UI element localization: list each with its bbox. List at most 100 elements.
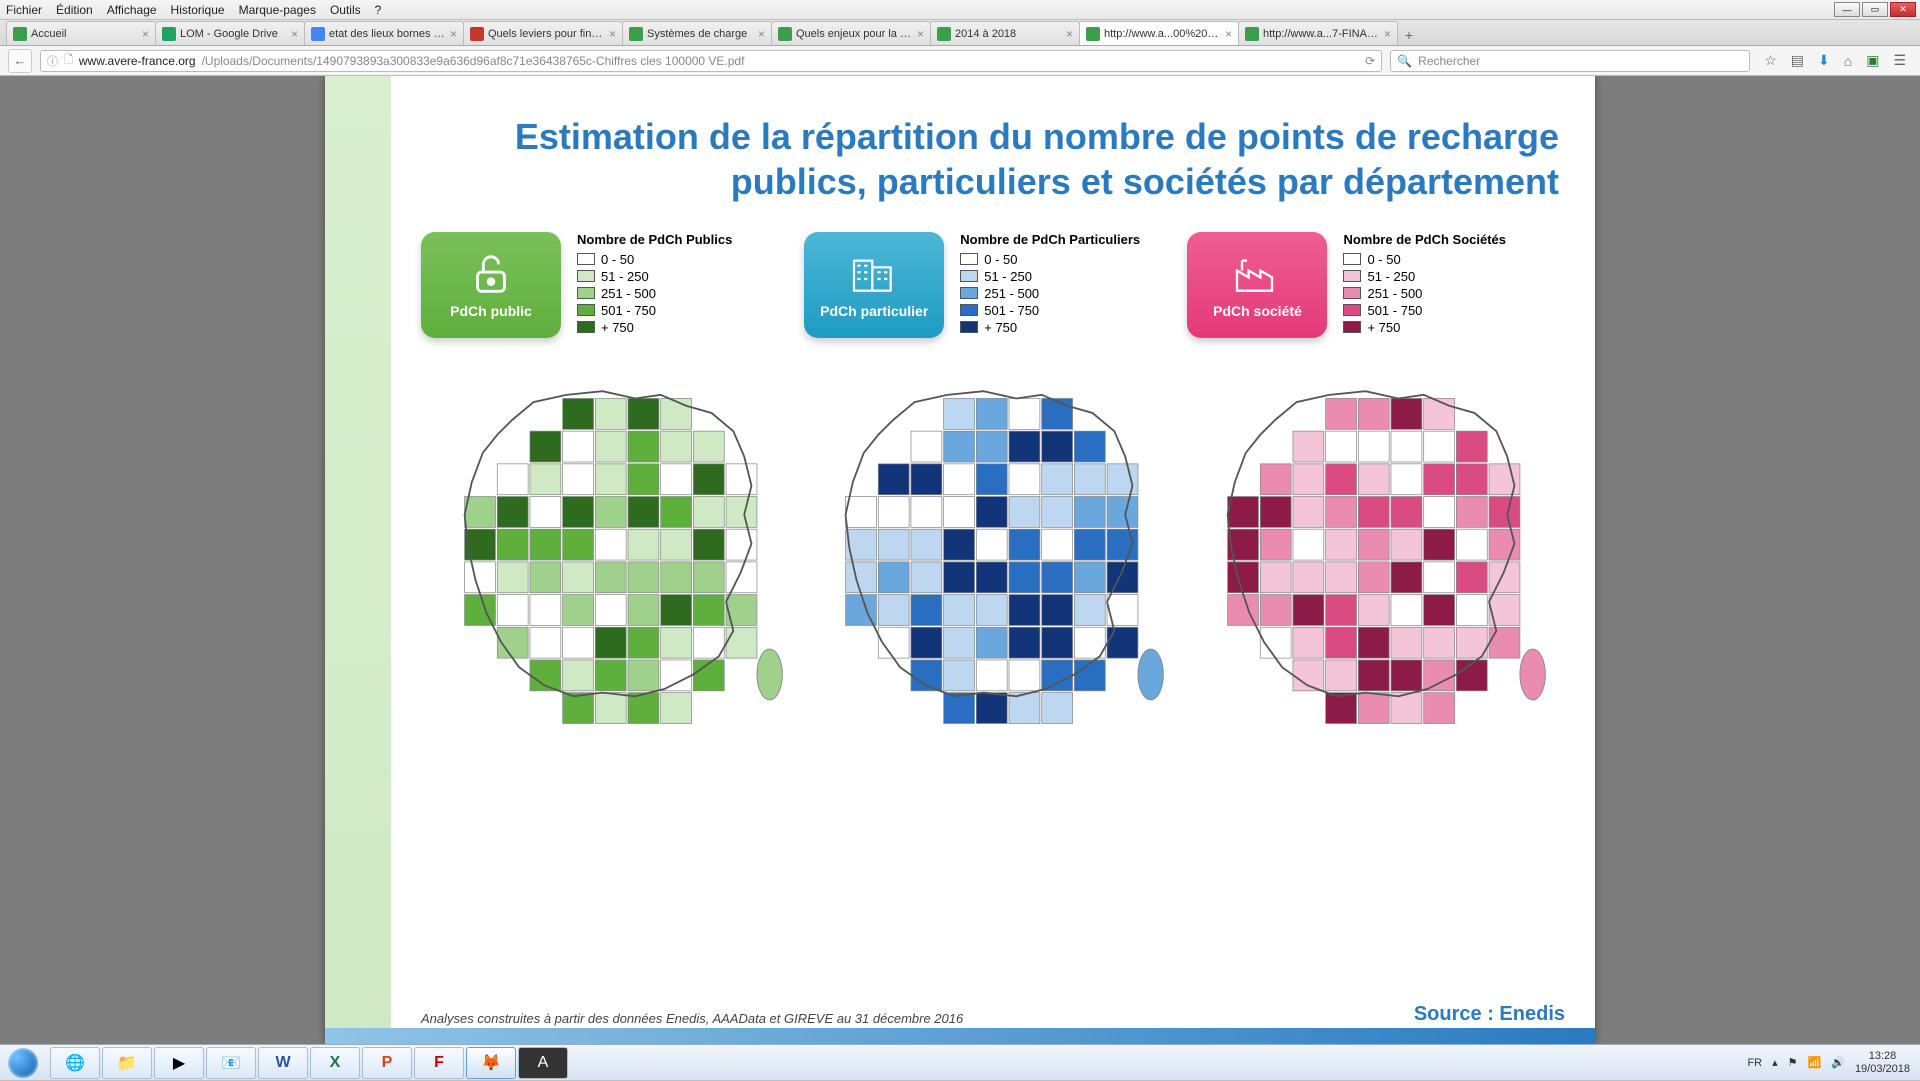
taskbar-explorer[interactable]: 📁	[102, 1047, 152, 1079]
url-host: www.avere-france.org	[79, 54, 196, 68]
badge-societe: PdCh société	[1187, 232, 1327, 338]
legend-particulier-title: Nombre de PdCh Particuliers	[960, 232, 1140, 248]
tab-bar: Accueil×LOM - Google Drive×etat des lieu…	[0, 20, 1920, 46]
bookmark-star-icon[interactable]: ☆	[1764, 52, 1777, 69]
map-particulier	[802, 356, 1183, 746]
map-societe	[1184, 356, 1565, 746]
start-button[interactable]	[0, 1045, 46, 1081]
hamburger-icon[interactable]: ☰	[1893, 52, 1906, 69]
maps-row	[421, 356, 1565, 746]
menu-tools[interactable]: Outils	[330, 3, 361, 17]
legend-public-title: Nombre de PdCh Publics	[577, 232, 732, 248]
taskbar-ie[interactable]: 🌐	[50, 1047, 100, 1079]
favicon-icon	[778, 27, 792, 41]
tray-lang[interactable]: FR	[1747, 1057, 1762, 1069]
browser-toolbar: ← ⓘ 🗋 www.avere-france.org/Uploads/Docum…	[0, 46, 1920, 76]
system-tray[interactable]: FR ▴ ⚑ 📶 🔊 13:28 19/03/2018	[1737, 1050, 1920, 1074]
legend-public: Nombre de PdCh Publics 0 - 50 51 - 250 2…	[577, 232, 732, 337]
search-icon: 🔍	[1397, 54, 1412, 68]
menu-edit[interactable]: Édition	[56, 3, 93, 17]
tab-label: Quels leviers pour finance...	[488, 28, 605, 40]
legend-row: PdCh public Nombre de PdCh Publics 0 - 5…	[421, 232, 1565, 338]
tab-close-icon[interactable]: ×	[142, 27, 149, 41]
shield-icon[interactable]: ▣	[1866, 52, 1879, 69]
tab-close-icon[interactable]: ×	[1066, 27, 1073, 41]
taskbar-powerpoint[interactable]: P	[362, 1047, 412, 1079]
reader-icon[interactable]: ▤	[1791, 52, 1804, 69]
tab-label: 2014 à 2018	[955, 28, 1062, 40]
tab-7[interactable]: http://www.a...00%20VE.pdf ×	[1079, 21, 1239, 45]
favicon-icon	[1245, 27, 1259, 41]
building-icon	[849, 251, 899, 297]
tab-3[interactable]: Quels leviers pour finance... ×	[463, 21, 623, 45]
badge-societe-label: PdCh société	[1213, 303, 1302, 319]
badge-public-label: PdCh public	[450, 303, 532, 319]
favicon-icon	[629, 27, 643, 41]
app-menubar: Fichier Édition Affichage Historique Mar…	[0, 0, 1920, 20]
page-bottom-band	[325, 1028, 1595, 1044]
taskbar-firefox[interactable]: 🦊	[466, 1047, 516, 1079]
tab-2[interactable]: etat des lieux bornes de re...×	[304, 21, 464, 45]
favicon-icon	[311, 27, 325, 41]
taskbar-excel[interactable]: X	[310, 1047, 360, 1079]
tray-network-icon[interactable]: 📶	[1808, 1056, 1822, 1069]
tab-close-icon[interactable]: ×	[291, 27, 298, 41]
menu-view[interactable]: Affichage	[107, 3, 157, 17]
windows-taskbar: 🌐 📁 ▶ 📧 W X P F 🦊 A FR ▴ ⚑ 📶 🔊 13:28 19/…	[0, 1044, 1920, 1080]
legend-societe: Nombre de PdCh Sociétés 0 - 50 51 - 250 …	[1343, 232, 1506, 337]
taskbar-pdf[interactable]: F	[414, 1047, 464, 1079]
page-icon: 🗋	[64, 51, 73, 70]
tab-close-icon[interactable]: ×	[758, 27, 765, 41]
tab-label: Quels enjeux pour la recha...	[796, 28, 913, 40]
favicon-icon	[937, 27, 951, 41]
tab-close-icon[interactable]: ×	[1384, 27, 1391, 41]
favicon-icon	[470, 27, 484, 41]
address-bar[interactable]: ⓘ 🗋 www.avere-france.org/Uploads/Documen…	[40, 50, 1382, 72]
taskbar-media[interactable]: ▶	[154, 1047, 204, 1079]
tab-0[interactable]: Accueil ×	[6, 21, 156, 45]
window-maximize-button[interactable]: ▭	[1862, 2, 1888, 17]
tab-1[interactable]: LOM - Google Drive×	[155, 21, 305, 45]
tray-flag-icon: ⚑	[1788, 1056, 1798, 1069]
window-minimize-button[interactable]: —	[1834, 2, 1860, 17]
source-label: Source : Enedis	[1414, 1003, 1565, 1026]
taskbar-outlook[interactable]: 📧	[206, 1047, 256, 1079]
window-close-button[interactable]: ✕	[1890, 2, 1916, 17]
tab-5[interactable]: Quels enjeux pour la recha... ×	[771, 21, 931, 45]
tab-close-icon[interactable]: ×	[917, 27, 924, 41]
menu-bookmarks[interactable]: Marque-pages	[239, 3, 316, 17]
tray-chevron-icon[interactable]: ▴	[1772, 1056, 1778, 1069]
new-tab-button[interactable]: +	[1397, 25, 1421, 45]
legend-societe-title: Nombre de PdCh Sociétés	[1343, 232, 1506, 248]
reload-button[interactable]: ⟳	[1365, 54, 1375, 68]
taskbar-adobe[interactable]: A	[518, 1047, 568, 1079]
factory-icon	[1232, 251, 1282, 297]
menu-help[interactable]: ?	[375, 3, 382, 17]
menu-file[interactable]: Fichier	[6, 3, 42, 17]
search-bar[interactable]: 🔍 Rechercher	[1390, 50, 1750, 72]
menu-history[interactable]: Historique	[171, 3, 225, 17]
tab-close-icon[interactable]: ×	[450, 27, 457, 41]
downloads-icon[interactable]: ⬇	[1818, 52, 1830, 69]
tab-close-icon[interactable]: ×	[609, 27, 616, 41]
tray-volume-icon[interactable]: 🔊	[1831, 1056, 1845, 1069]
page-title: Estimation de la répartition du nombre d…	[427, 114, 1559, 204]
taskbar-word[interactable]: W	[258, 1047, 308, 1079]
back-button[interactable]: ←	[8, 49, 32, 73]
tray-clock[interactable]: 13:28 19/03/2018	[1855, 1050, 1910, 1074]
tab-label: http://www.a...7-FINAL.pdf	[1263, 28, 1380, 40]
badge-particulier-label: PdCh particulier	[820, 303, 928, 319]
tab-label: http://www.a...00%20VE.pdf	[1104, 28, 1221, 40]
tab-close-icon[interactable]: ×	[1225, 27, 1232, 41]
page-side-stripe	[325, 76, 391, 1044]
home-icon[interactable]: ⌂	[1844, 53, 1852, 69]
tab-4[interactable]: Systèmes de charge×	[622, 21, 772, 45]
badge-public: PdCh public	[421, 232, 561, 338]
url-path: /Uploads/Documents/1490793893a300833e9a6…	[202, 54, 745, 68]
tab-8[interactable]: http://www.a...7-FINAL.pdf ×	[1238, 21, 1398, 45]
favicon-icon	[1086, 27, 1100, 41]
tab-6[interactable]: 2014 à 2018 ×	[930, 21, 1080, 45]
legend-particulier: Nombre de PdCh Particuliers 0 - 50 51 - …	[960, 232, 1140, 337]
search-placeholder: Rechercher	[1418, 54, 1480, 68]
tab-label: Accueil	[31, 28, 138, 40]
